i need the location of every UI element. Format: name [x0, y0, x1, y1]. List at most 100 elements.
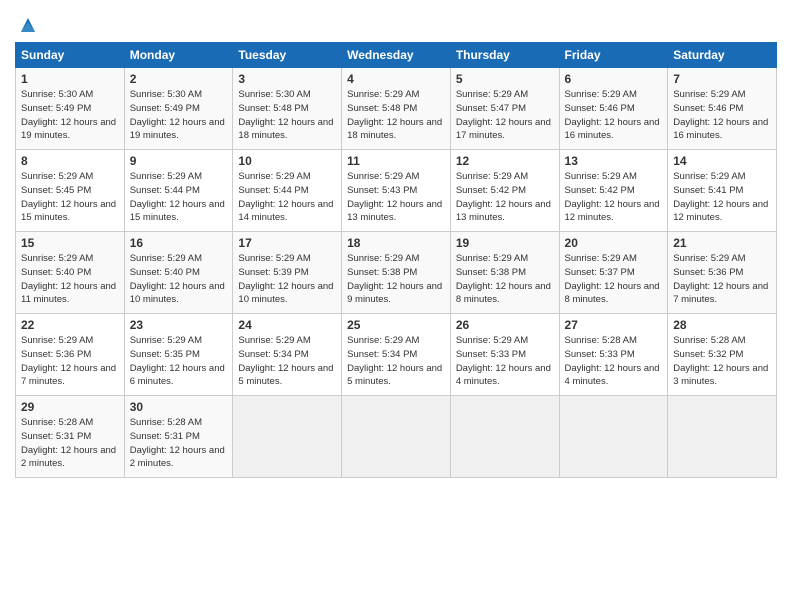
calendar-day-cell: 6Sunrise: 5:29 AMSunset: 5:46 PMDaylight…	[559, 68, 668, 150]
day-info: Sunrise: 5:29 AMSunset: 5:48 PMDaylight:…	[347, 88, 445, 143]
day-info: Sunrise: 5:29 AMSunset: 5:42 PMDaylight:…	[456, 170, 554, 225]
calendar-day-cell: 4 Sunrise: 5:29 AMSunset: 5:48 PMDaylight…	[342, 68, 451, 150]
day-info: Sunrise: 5:29 AMSunset: 5:46 PMDaylight:…	[673, 88, 771, 143]
day-info: Sunrise: 5:29 AMSunset: 5:40 PMDaylight:…	[21, 252, 119, 307]
calendar-day-cell	[668, 396, 777, 478]
calendar-day-cell: 28 Sunrise: 5:28 AMSunset: 5:32 PMDayligh…	[668, 314, 777, 396]
day-number: 5	[456, 72, 554, 86]
day-info: Sunrise: 5:29 AMSunset: 5:45 PMDaylight:…	[21, 170, 119, 225]
calendar-day-cell: 9 Sunrise: 5:29 AMSunset: 5:44 PMDaylight…	[124, 150, 233, 232]
day-info: Sunrise: 5:29 AMSunset: 5:36 PMDaylight:…	[21, 334, 119, 389]
calendar-day-cell: 23Sunrise: 5:29 AMSunset: 5:35 PMDayligh…	[124, 314, 233, 396]
day-number: 25	[347, 318, 445, 332]
calendar-day-cell: 12 Sunrise: 5:29 AMSunset: 5:42 PMDayligh…	[450, 150, 559, 232]
calendar-day-cell: 1 Sunrise: 5:30 AMSunset: 5:49 PMDaylight…	[16, 68, 125, 150]
day-number: 12	[456, 154, 554, 168]
day-number: 13	[565, 154, 663, 168]
weekday-header: Saturday	[668, 43, 777, 68]
day-number: 9	[130, 154, 228, 168]
day-number: 11	[347, 154, 445, 168]
page: SundayMondayTuesdayWednesdayThursdayFrid…	[0, 0, 792, 612]
day-number: 19	[456, 236, 554, 250]
calendar-day-cell: 29Sunrise: 5:28 AMSunset: 5:31 PMDayligh…	[16, 396, 125, 478]
calendar-week-row: 8 Sunrise: 5:29 AMSunset: 5:45 PMDaylight…	[16, 150, 777, 232]
day-number: 3	[238, 72, 336, 86]
calendar-day-cell: 3 Sunrise: 5:30 AMSunset: 5:48 PMDaylight…	[233, 68, 342, 150]
calendar-day-cell: 7 Sunrise: 5:29 AMSunset: 5:46 PMDaylight…	[668, 68, 777, 150]
calendar-day-cell: 26Sunrise: 5:29 AMSunset: 5:33 PMDayligh…	[450, 314, 559, 396]
calendar-day-cell: 24Sunrise: 5:29 AMSunset: 5:34 PMDayligh…	[233, 314, 342, 396]
day-number: 14	[673, 154, 771, 168]
weekday-header: Wednesday	[342, 43, 451, 68]
weekday-header: Sunday	[16, 43, 125, 68]
calendar-day-cell	[233, 396, 342, 478]
day-number: 8	[21, 154, 119, 168]
calendar-day-cell: 19 Sunrise: 5:29 AMSunset: 5:38 PMDayligh…	[450, 232, 559, 314]
calendar-day-cell: 22 Sunrise: 5:29 AMSunset: 5:36 PMDayligh…	[16, 314, 125, 396]
logo-icon	[17, 14, 39, 36]
day-number: 23	[130, 318, 228, 332]
day-number: 7	[673, 72, 771, 86]
weekday-header: Monday	[124, 43, 233, 68]
day-info: Sunrise: 5:29 AMSunset: 5:41 PMDaylight:…	[673, 170, 771, 225]
day-info: Sunrise: 5:29 AMSunset: 5:33 PMDaylight:…	[456, 334, 554, 389]
day-info: Sunrise: 5:29 AMSunset: 5:36 PMDaylight:…	[673, 252, 771, 307]
day-number: 10	[238, 154, 336, 168]
day-info: Sunrise: 5:28 AMSunset: 5:31 PMDaylight:…	[130, 416, 228, 471]
weekday-header: Thursday	[450, 43, 559, 68]
calendar-day-cell: 5 Sunrise: 5:29 AMSunset: 5:47 PMDaylight…	[450, 68, 559, 150]
calendar-week-row: 22 Sunrise: 5:29 AMSunset: 5:36 PMDayligh…	[16, 314, 777, 396]
calendar-day-cell: 27 Sunrise: 5:28 AMSunset: 5:33 PMDayligh…	[559, 314, 668, 396]
calendar-week-row: 29Sunrise: 5:28 AMSunset: 5:31 PMDayligh…	[16, 396, 777, 478]
day-number: 17	[238, 236, 336, 250]
day-info: Sunrise: 5:29 AMSunset: 5:34 PMDaylight:…	[238, 334, 336, 389]
day-number: 4	[347, 72, 445, 86]
day-number: 20	[565, 236, 663, 250]
calendar-week-row: 15Sunrise: 5:29 AMSunset: 5:40 PMDayligh…	[16, 232, 777, 314]
weekday-header: Tuesday	[233, 43, 342, 68]
day-info: Sunrise: 5:29 AMSunset: 5:38 PMDaylight:…	[347, 252, 445, 307]
day-number: 28	[673, 318, 771, 332]
day-number: 27	[565, 318, 663, 332]
day-info: Sunrise: 5:29 AMSunset: 5:34 PMDaylight:…	[347, 334, 445, 389]
day-info: Sunrise: 5:28 AMSunset: 5:31 PMDaylight:…	[21, 416, 119, 471]
day-info: Sunrise: 5:29 AMSunset: 5:40 PMDaylight:…	[130, 252, 228, 307]
calendar-table: SundayMondayTuesdayWednesdayThursdayFrid…	[15, 42, 777, 478]
day-info: Sunrise: 5:29 AMSunset: 5:38 PMDaylight:…	[456, 252, 554, 307]
day-info: Sunrise: 5:29 AMSunset: 5:47 PMDaylight:…	[456, 88, 554, 143]
day-info: Sunrise: 5:28 AMSunset: 5:33 PMDaylight:…	[565, 334, 663, 389]
day-info: Sunrise: 5:29 AMSunset: 5:42 PMDaylight:…	[565, 170, 663, 225]
day-info: Sunrise: 5:28 AMSunset: 5:32 PMDaylight:…	[673, 334, 771, 389]
day-info: Sunrise: 5:30 AMSunset: 5:49 PMDaylight:…	[21, 88, 119, 143]
calendar-day-cell: 2Sunrise: 5:30 AMSunset: 5:49 PMDaylight…	[124, 68, 233, 150]
calendar-day-cell: 18Sunrise: 5:29 AMSunset: 5:38 PMDayligh…	[342, 232, 451, 314]
calendar-day-cell: 13 Sunrise: 5:29 AMSunset: 5:42 PMDayligh…	[559, 150, 668, 232]
header	[15, 10, 777, 36]
day-info: Sunrise: 5:29 AMSunset: 5:44 PMDaylight:…	[238, 170, 336, 225]
calendar-header: SundayMondayTuesdayWednesdayThursdayFrid…	[16, 43, 777, 68]
day-number: 30	[130, 400, 228, 414]
day-info: Sunrise: 5:29 AMSunset: 5:43 PMDaylight:…	[347, 170, 445, 225]
calendar-day-cell: 14 Sunrise: 5:29 AMSunset: 5:41 PMDayligh…	[668, 150, 777, 232]
calendar-day-cell: 17 Sunrise: 5:29 AMSunset: 5:39 PMDayligh…	[233, 232, 342, 314]
day-number: 16	[130, 236, 228, 250]
calendar-day-cell: 11 Sunrise: 5:29 AMSunset: 5:43 PMDayligh…	[342, 150, 451, 232]
day-info: Sunrise: 5:30 AMSunset: 5:49 PMDaylight:…	[130, 88, 228, 143]
day-info: Sunrise: 5:29 AMSunset: 5:37 PMDaylight:…	[565, 252, 663, 307]
calendar-day-cell: 20 Sunrise: 5:29 AMSunset: 5:37 PMDayligh…	[559, 232, 668, 314]
calendar-day-cell: 8 Sunrise: 5:29 AMSunset: 5:45 PMDaylight…	[16, 150, 125, 232]
calendar-day-cell: 25 Sunrise: 5:29 AMSunset: 5:34 PMDayligh…	[342, 314, 451, 396]
day-number: 21	[673, 236, 771, 250]
logo	[15, 14, 39, 36]
calendar-day-cell: 10 Sunrise: 5:29 AMSunset: 5:44 PMDayligh…	[233, 150, 342, 232]
calendar-day-cell: 16 Sunrise: 5:29 AMSunset: 5:40 PMDayligh…	[124, 232, 233, 314]
day-info: Sunrise: 5:29 AMSunset: 5:46 PMDaylight:…	[565, 88, 663, 143]
day-number: 22	[21, 318, 119, 332]
day-info: Sunrise: 5:29 AMSunset: 5:44 PMDaylight:…	[130, 170, 228, 225]
calendar-day-cell	[559, 396, 668, 478]
calendar-day-cell: 30 Sunrise: 5:28 AMSunset: 5:31 PMDayligh…	[124, 396, 233, 478]
day-info: Sunrise: 5:30 AMSunset: 5:48 PMDaylight:…	[238, 88, 336, 143]
day-info: Sunrise: 5:29 AMSunset: 5:39 PMDaylight:…	[238, 252, 336, 307]
day-number: 1	[21, 72, 119, 86]
calendar-day-cell: 21 Sunrise: 5:29 AMSunset: 5:36 PMDayligh…	[668, 232, 777, 314]
